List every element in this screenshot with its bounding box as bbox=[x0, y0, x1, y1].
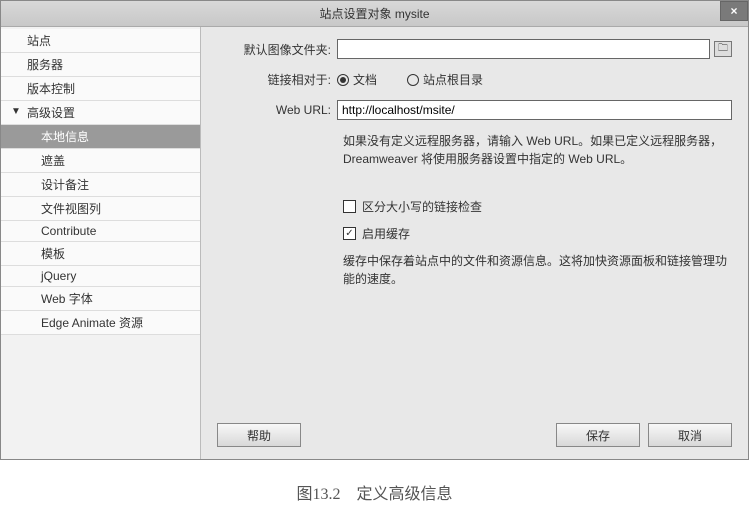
sidebar-item-label: 版本控制 bbox=[27, 82, 75, 96]
case-sensitive-checkbox[interactable] bbox=[343, 200, 356, 213]
sidebar: 站点 服务器 版本控制 ▼ 高级设置 本地信息 遮盖 设计备注 文件视图列 Con… bbox=[1, 27, 201, 459]
sidebar-item-version[interactable]: 版本控制 bbox=[1, 77, 200, 101]
sidebar-item-cloaking[interactable]: 遮盖 bbox=[1, 149, 200, 173]
radio-site-root[interactable]: 站点根目录 bbox=[407, 71, 483, 88]
row-web-url: Web URL: bbox=[217, 100, 732, 120]
checkbox-label: 区分大小写的链接检查 bbox=[362, 198, 482, 215]
radio-icon bbox=[407, 74, 419, 86]
sidebar-item-label: 站点 bbox=[27, 34, 51, 48]
save-button[interactable]: 保存 bbox=[556, 423, 640, 447]
sidebar-item-design-notes[interactable]: 设计备注 bbox=[1, 173, 200, 197]
radio-icon bbox=[337, 74, 349, 86]
label-link-relative: 链接相对于: bbox=[217, 71, 337, 88]
close-button[interactable]: × bbox=[720, 1, 748, 21]
sidebar-item-label: 模板 bbox=[41, 247, 65, 261]
row-link-relative: 链接相对于: 文档 站点根目录 bbox=[217, 71, 732, 88]
enable-cache-checkbox[interactable]: ✓ bbox=[343, 227, 356, 240]
sidebar-item-server[interactable]: 服务器 bbox=[1, 53, 200, 77]
sidebar-item-label: jQuery bbox=[41, 269, 76, 283]
sidebar-item-label: Edge Animate 资源 bbox=[41, 316, 143, 330]
sidebar-item-site[interactable]: 站点 bbox=[1, 29, 200, 53]
checkbox-label: 启用缓存 bbox=[362, 225, 410, 242]
dialog-title: 站点设置对象 mysite bbox=[319, 5, 429, 22]
button-label: 取消 bbox=[678, 427, 702, 444]
sidebar-item-edge-animate[interactable]: Edge Animate 资源 bbox=[1, 311, 200, 335]
sidebar-item-label: 设计备注 bbox=[41, 178, 89, 192]
sidebar-item-label: 遮盖 bbox=[41, 154, 65, 168]
sidebar-item-label: 本地信息 bbox=[41, 130, 89, 144]
sidebar-item-advanced[interactable]: ▼ 高级设置 bbox=[1, 101, 200, 125]
chevron-down-icon: ▼ bbox=[11, 106, 21, 117]
web-url-info-text: 如果没有定义远程服务器，请输入 Web URL。如果已定义远程服务器，Dream… bbox=[343, 132, 732, 168]
help-button[interactable]: 帮助 bbox=[217, 423, 301, 447]
title-bar: 站点设置对象 mysite × bbox=[1, 1, 748, 27]
link-relative-radio-group: 文档 站点根目录 bbox=[337, 71, 483, 88]
sidebar-item-templates[interactable]: 模板 bbox=[1, 242, 200, 266]
sidebar-item-jquery[interactable]: jQuery bbox=[1, 266, 200, 287]
web-url-input[interactable] bbox=[337, 100, 732, 120]
close-icon: × bbox=[730, 4, 737, 18]
sidebar-item-file-view[interactable]: 文件视图列 bbox=[1, 197, 200, 221]
site-setup-dialog: 站点设置对象 mysite × 站点 服务器 版本控制 ▼ 高级设置 本地信息 遮… bbox=[0, 0, 749, 460]
button-label: 帮助 bbox=[247, 427, 271, 444]
image-folder-input[interactable] bbox=[337, 39, 710, 59]
browse-folder-icon[interactable]: 🗀 bbox=[714, 41, 732, 57]
row-image-folder: 默认图像文件夹: 🗀 bbox=[217, 39, 732, 59]
sidebar-item-label: Contribute bbox=[41, 224, 96, 238]
main-panel: 默认图像文件夹: 🗀 链接相对于: 文档 站点根目录 bbox=[201, 27, 748, 459]
sidebar-item-local-info[interactable]: 本地信息 bbox=[1, 125, 200, 149]
sidebar-item-webfonts[interactable]: Web 字体 bbox=[1, 287, 200, 311]
sidebar-item-label: 高级设置 bbox=[27, 106, 75, 120]
radio-label: 站点根目录 bbox=[423, 71, 483, 88]
sidebar-item-label: 服务器 bbox=[27, 58, 63, 72]
label-image-folder: 默认图像文件夹: bbox=[217, 41, 337, 58]
radio-label: 文档 bbox=[353, 71, 377, 88]
button-label: 保存 bbox=[586, 427, 610, 444]
cache-info-text: 缓存中保存着站点中的文件和资源信息。这将加快资源面板和链接管理功能的速度。 bbox=[343, 252, 732, 288]
row-case-check: 区分大小写的链接检查 bbox=[343, 198, 732, 215]
label-web-url: Web URL: bbox=[217, 103, 337, 117]
button-row: 帮助 保存 取消 bbox=[217, 423, 732, 447]
row-cache-check: ✓ 启用缓存 bbox=[343, 225, 732, 242]
sidebar-item-label: 文件视图列 bbox=[41, 202, 101, 216]
radio-document[interactable]: 文档 bbox=[337, 71, 377, 88]
sidebar-item-contribute[interactable]: Contribute bbox=[1, 221, 200, 242]
figure-caption: 图13.2 定义高级信息 bbox=[0, 480, 749, 504]
dialog-content: 站点 服务器 版本控制 ▼ 高级设置 本地信息 遮盖 设计备注 文件视图列 Con… bbox=[1, 27, 748, 459]
sidebar-item-label: Web 字体 bbox=[41, 292, 93, 306]
cancel-button[interactable]: 取消 bbox=[648, 423, 732, 447]
